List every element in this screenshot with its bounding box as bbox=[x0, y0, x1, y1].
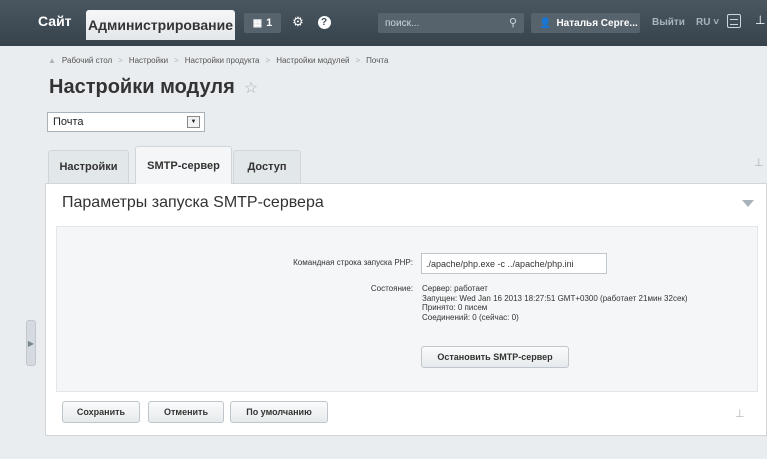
breadcrumb-separator: > bbox=[355, 56, 361, 65]
user-name: Наталья Серге... bbox=[556, 17, 638, 29]
user-menu-button[interactable]: 👤 Наталья Серге... bbox=[531, 13, 640, 33]
left-menu-strip bbox=[0, 46, 32, 459]
breadcrumb-separator: > bbox=[118, 56, 123, 65]
panel-title: Параметры запуска SMTP-сервера bbox=[62, 194, 324, 211]
panel-content: Командная строка запуска PHP: Состояние:… bbox=[56, 226, 758, 392]
favorite-star-icon[interactable]: ☆ bbox=[244, 78, 258, 98]
notifications-count: 1 bbox=[266, 17, 273, 29]
search-icon[interactable]: ⚲ bbox=[509, 16, 517, 29]
save-button[interactable]: Сохранить bbox=[62, 401, 140, 423]
module-select-value: Почта bbox=[53, 116, 84, 128]
status-line: Соединений: 0 (сейчас: 0) bbox=[422, 312, 519, 322]
breadcrumb-item[interactable]: Настройки продукта bbox=[185, 56, 260, 65]
default-button[interactable]: По умолчанию bbox=[230, 401, 328, 423]
breadcrumb-home-icon: ▲ bbox=[48, 56, 56, 65]
tab-smtp-server[interactable]: SMTP-сервер bbox=[135, 146, 232, 184]
notifications-icon: ▦ bbox=[252, 17, 263, 29]
gear-icon[interactable]: ⚙ bbox=[290, 14, 306, 30]
status-line: Запущен: Wed Jan 16 2013 18:27:51 GMT+03… bbox=[422, 293, 688, 303]
hotkeys-icon[interactable] bbox=[727, 14, 741, 28]
cancel-button[interactable]: Отменить bbox=[148, 401, 224, 423]
status-line: Сервер: работает bbox=[422, 284, 488, 293]
notifications-button[interactable]: ▦ 1 bbox=[244, 13, 281, 33]
breadcrumb-item[interactable]: Рабочий стол bbox=[62, 56, 112, 65]
page-title: Настройки модуля ☆ bbox=[49, 76, 258, 99]
admin-tab[interactable]: Администрирование bbox=[86, 10, 235, 40]
breadcrumb-separator: > bbox=[265, 56, 271, 65]
breadcrumb: ▲ Рабочий стол > Настройки > Настройки п… bbox=[48, 56, 388, 65]
breadcrumb-item[interactable]: Почта bbox=[366, 56, 388, 65]
status-text: Сервер: работает Запущен: Wed Jan 16 201… bbox=[422, 284, 688, 322]
tab-access[interactable]: Доступ bbox=[233, 150, 301, 183]
page-title-text: Настройки модуля bbox=[49, 76, 235, 98]
help-icon[interactable]: ? bbox=[316, 14, 332, 30]
status-label: Состояние: bbox=[370, 284, 413, 293]
breadcrumb-item[interactable]: Настройки модулей bbox=[276, 56, 349, 65]
breadcrumb-separator: > bbox=[174, 56, 179, 65]
collapse-icon[interactable] bbox=[742, 200, 754, 207]
top-admin-bar: Сайт Администрирование ▦ 1 ⚙ ? ⚲ 👤 Натал… bbox=[0, 0, 767, 46]
logout-link[interactable]: Выйти bbox=[652, 17, 685, 28]
user-icon: 👤 bbox=[539, 17, 552, 29]
search-box: ⚲ bbox=[378, 13, 524, 33]
pin-icon[interactable]: ⊥ bbox=[754, 156, 764, 169]
status-line: Принято: 0 писем bbox=[422, 303, 488, 312]
php-cmd-label: Командная строка запуска PHP: bbox=[293, 258, 413, 267]
chevron-down-icon[interactable]: ▼ bbox=[187, 116, 200, 128]
site-tab[interactable]: Сайт bbox=[38, 13, 72, 29]
module-select[interactable]: Почта ▼ bbox=[47, 112, 205, 132]
breadcrumb-item[interactable]: Настройки bbox=[129, 56, 168, 65]
settings-panel: Параметры запуска SMTP-сервера Командная… bbox=[45, 183, 767, 436]
tab-settings[interactable]: Настройки bbox=[48, 150, 129, 183]
stop-smtp-button[interactable]: Остановить SMTP-сервер bbox=[421, 346, 569, 368]
language-selector[interactable]: RU ˅ bbox=[696, 17, 719, 28]
pin-icon[interactable]: ⊥ bbox=[755, 13, 765, 27]
search-input[interactable] bbox=[385, 16, 495, 30]
pin-icon[interactable]: ⊥ bbox=[735, 407, 745, 420]
menu-expand-handle[interactable]: ▶ bbox=[26, 320, 36, 366]
php-cmd-input[interactable] bbox=[421, 253, 607, 274]
